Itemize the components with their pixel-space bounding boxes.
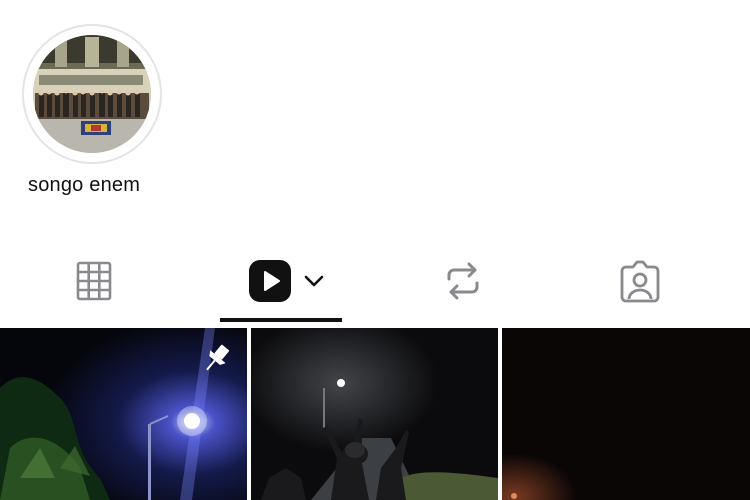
chevron-down-icon[interactable]: [302, 269, 326, 293]
reels-play-icon: [249, 260, 291, 302]
reel-thumbnail[interactable]: [502, 328, 750, 500]
tab-posts[interactable]: [0, 238, 188, 324]
grid-icon: [76, 261, 112, 301]
profile-tab-bar: [0, 238, 750, 324]
pin-icon: [206, 344, 230, 371]
highlight-label: songo enem: [28, 174, 141, 196]
reel-thumbnail[interactable]: [251, 328, 498, 500]
tagged-person-icon: [620, 260, 660, 303]
group-photo-under-bridge: [33, 35, 151, 153]
highlight-cover-image[interactable]: [33, 35, 151, 153]
reels-grid: [0, 328, 750, 500]
repost-icon: [447, 262, 479, 300]
tab-tagged[interactable]: [564, 238, 750, 324]
tab-reels[interactable]: [188, 238, 376, 324]
night-crowd-thumbnail: [251, 328, 498, 500]
tab-reposts[interactable]: [376, 238, 564, 324]
reel-thumbnail[interactable]: [0, 328, 247, 500]
dark-night-thumbnail: [502, 328, 750, 500]
active-tab-indicator: [220, 318, 342, 322]
